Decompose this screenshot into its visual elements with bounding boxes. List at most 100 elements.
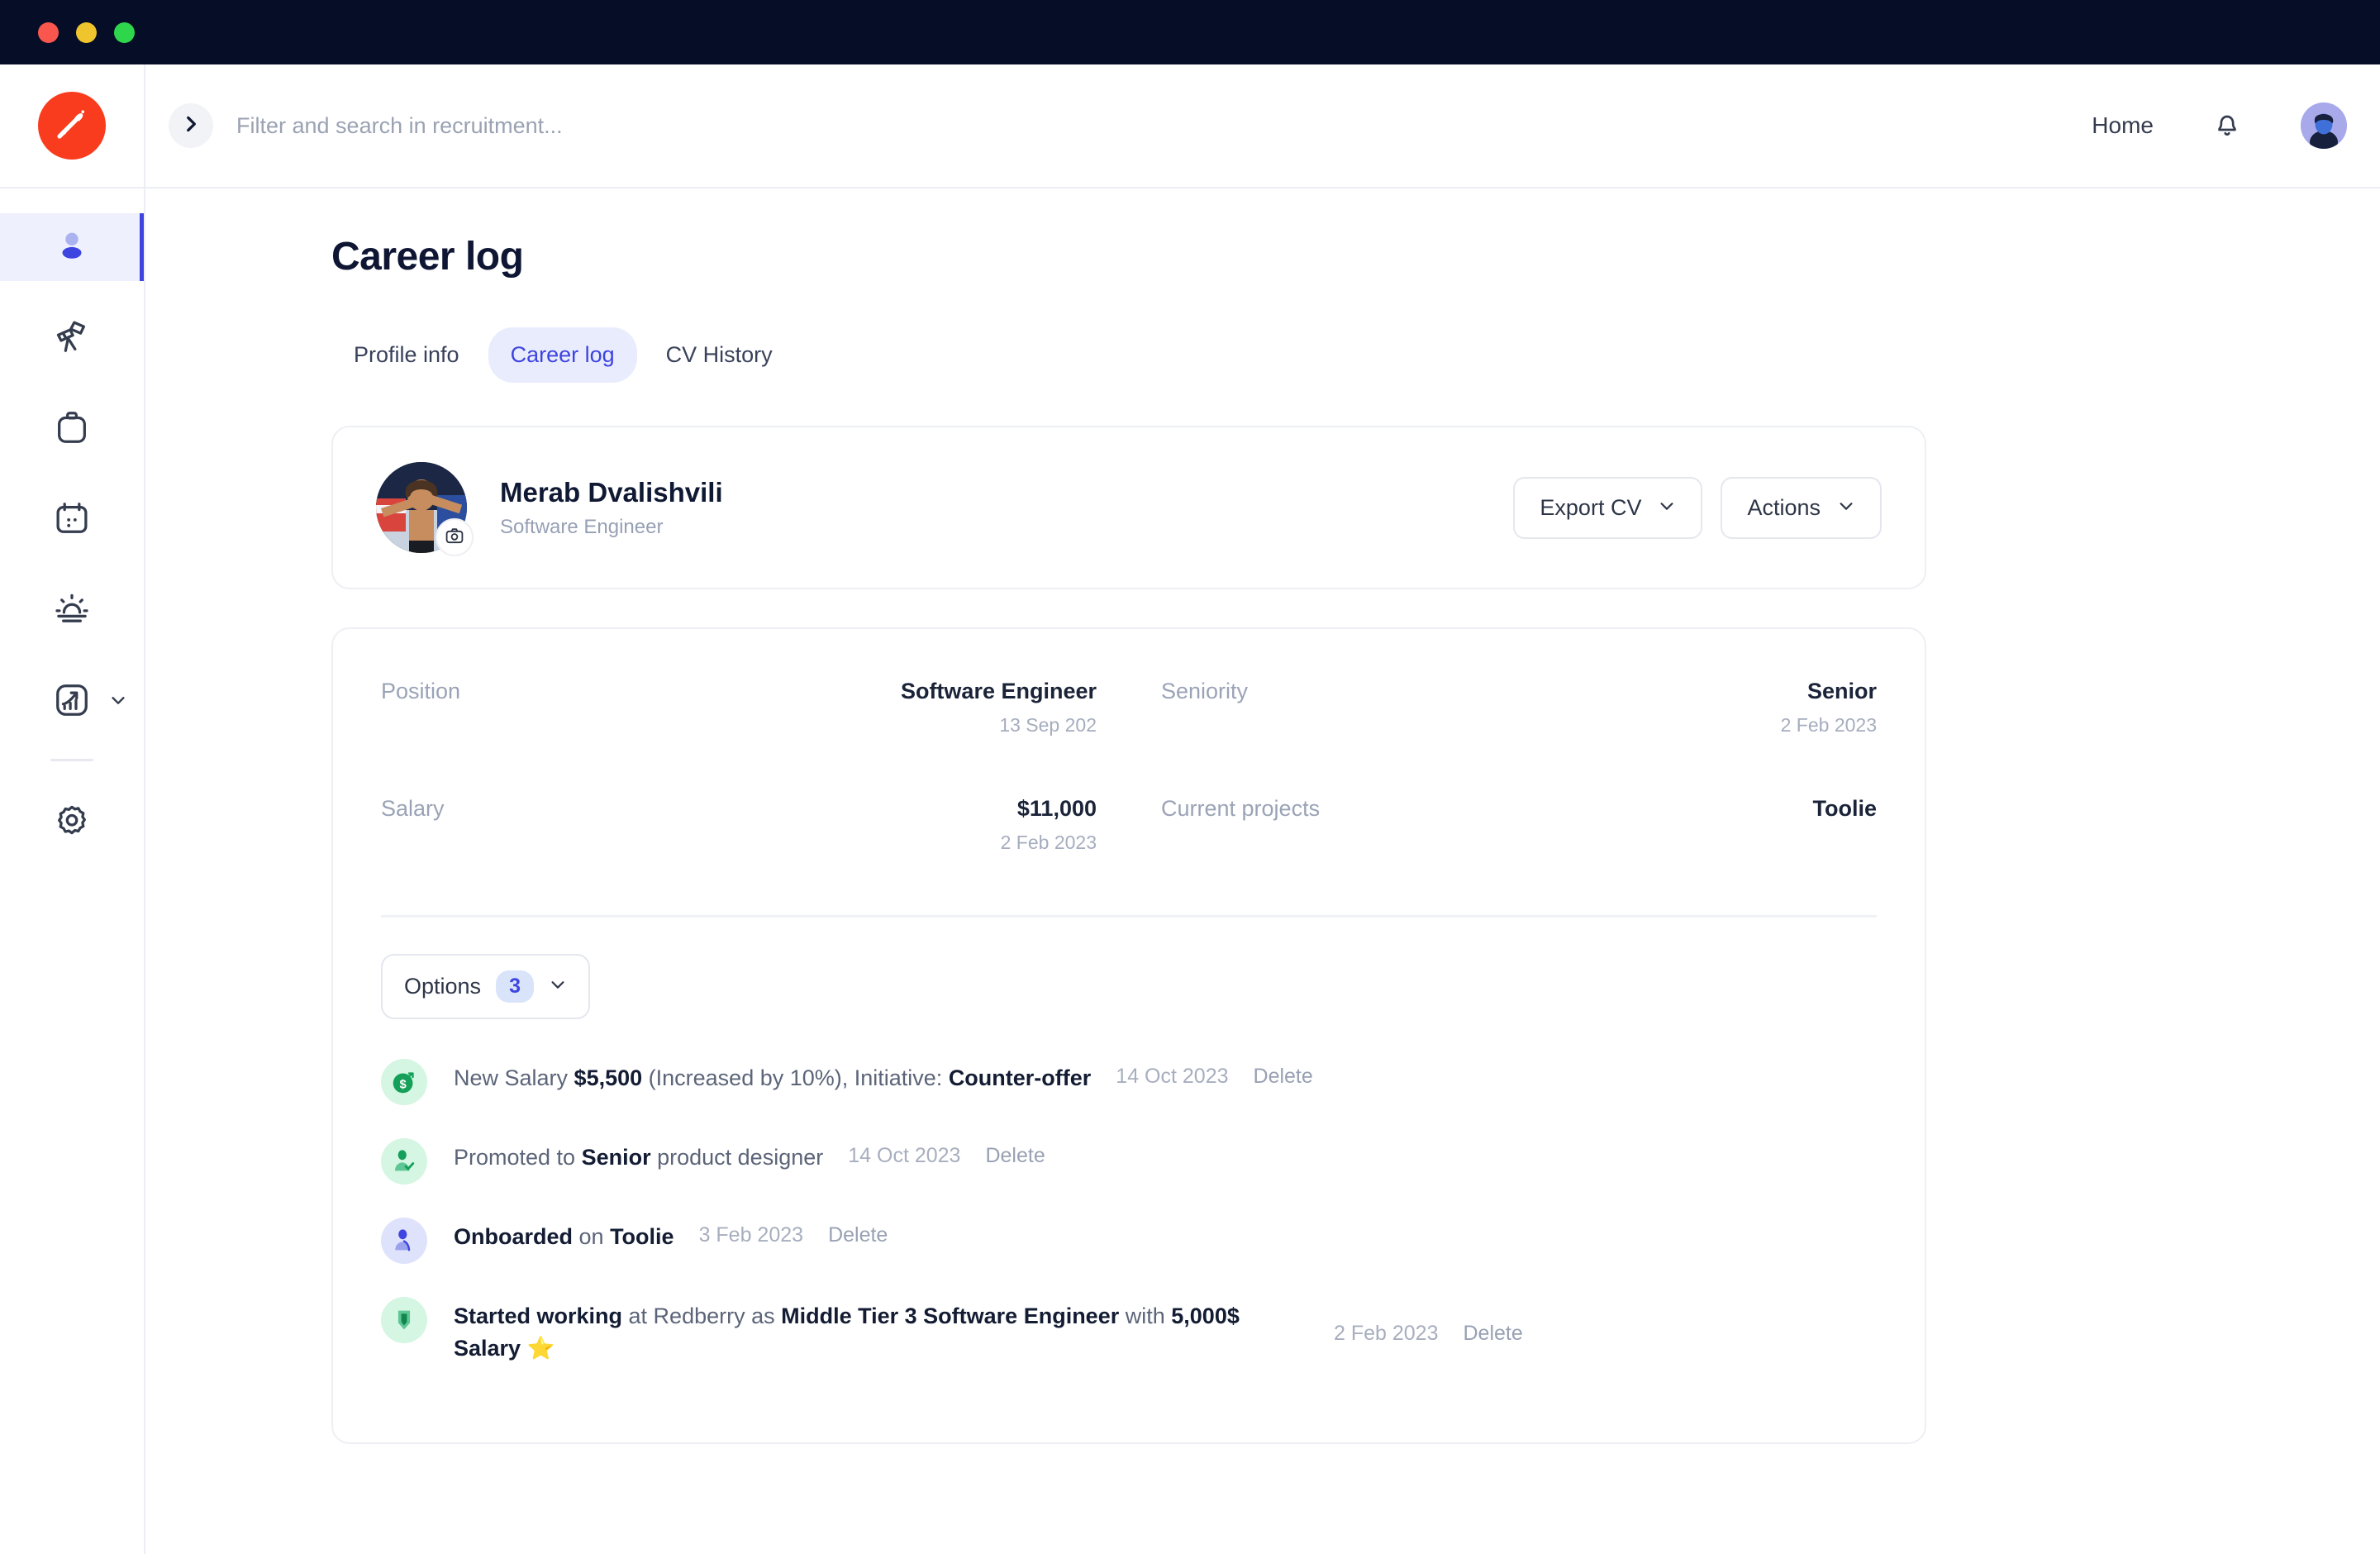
- entry-part: Counter-offer: [949, 1065, 1091, 1090]
- chart-growth-icon: [53, 681, 91, 723]
- tab-career-log[interactable]: Career log: [488, 327, 637, 383]
- svg-text:$: $: [399, 1079, 407, 1092]
- calendar-icon: [53, 499, 91, 541]
- telescope-icon: [53, 317, 91, 360]
- window-minimize-button[interactable]: [76, 22, 97, 43]
- delete-entry-button[interactable]: Delete: [985, 1142, 1045, 1168]
- grid-spacer: [381, 755, 1877, 796]
- delete-entry-button[interactable]: Delete: [828, 1221, 888, 1247]
- search-input[interactable]: [236, 113, 2092, 139]
- timeline-entry-meta: 14 Oct 2023 Delete: [1091, 1062, 1312, 1089]
- app-logo[interactable]: [38, 92, 106, 160]
- delete-entry-button[interactable]: Delete: [1464, 1319, 1523, 1346]
- timeline-entry-text: New Salary $5,500 (Increased by 10%), In…: [454, 1062, 1091, 1094]
- onboarding-person-icon: [381, 1218, 427, 1264]
- timeline-entry-body: Promoted to Senior product designer 14 O…: [454, 1142, 1877, 1174]
- sunrise-icon: [53, 590, 91, 632]
- timeline-entry: $ New Salary $5,500 (Increased by 10%), …: [381, 1062, 1877, 1105]
- details-grid: Position Software Engineer 13 Sep 202 Se…: [381, 679, 1877, 872]
- profile-card: Merab Dvalishvili Software Engineer Expo…: [331, 426, 1926, 589]
- window-maximize-button[interactable]: [114, 22, 135, 43]
- sidebar-expand-button[interactable]: [169, 103, 213, 148]
- entry-part: Started working: [454, 1304, 622, 1328]
- chevron-down-icon: [1658, 495, 1676, 521]
- page-content: Career log Profile info Career log CV Hi…: [145, 188, 2380, 1554]
- chevron-down-icon: [549, 974, 567, 999]
- timeline-entry-date: 14 Oct 2023: [1116, 1062, 1228, 1089]
- export-cv-button[interactable]: Export CV: [1513, 477, 1702, 539]
- main-region: Home Career log: [145, 64, 2380, 1554]
- profile-identity: Merab Dvalishvili Software Engineer: [376, 462, 723, 553]
- timeline-entry-text: Promoted to Senior product designer: [454, 1142, 823, 1174]
- entry-part: with: [1119, 1304, 1171, 1328]
- entry-part: (Increased by 10%), Initiative:: [642, 1065, 949, 1090]
- entry-part: $5,500: [574, 1065, 643, 1090]
- section-divider: [381, 915, 1877, 918]
- sidebar: [0, 64, 145, 1554]
- field-date: 13 Sep 202: [381, 714, 1097, 736]
- briefcase-icon: [53, 408, 91, 450]
- bell-icon: [2211, 108, 2243, 144]
- sidebar-item-analytics[interactable]: [0, 668, 144, 736]
- change-photo-button[interactable]: [436, 518, 474, 556]
- window-titlebar: [0, 0, 2380, 64]
- window-close-button[interactable]: [38, 22, 59, 43]
- entry-part: Toolie: [610, 1224, 674, 1249]
- field-label: Seniority: [1161, 679, 1248, 704]
- tab-profile-info[interactable]: Profile info: [331, 327, 482, 383]
- sidebar-item-onboarding[interactable]: [0, 577, 144, 645]
- field-label: Salary: [381, 796, 445, 822]
- entry-part: Middle Tier 3 Software Engineer: [781, 1304, 1119, 1328]
- timeline-entry-date: 3 Feb 2023: [699, 1221, 804, 1247]
- entry-part: Senior: [582, 1145, 651, 1170]
- field-current-projects: Current projects Toolie: [1161, 796, 1877, 872]
- sidebar-item-settings[interactable]: [0, 789, 144, 857]
- options-button[interactable]: Options 3: [381, 954, 590, 1019]
- timeline-entry-date: 14 Oct 2023: [848, 1142, 960, 1168]
- sidebar-item-vacancies[interactable]: [0, 395, 144, 463]
- gear-icon: [53, 803, 91, 845]
- field-value: Software Engineer: [901, 679, 1097, 704]
- profile-role: Software Engineer: [500, 516, 723, 539]
- chevron-down-icon[interactable]: [109, 691, 127, 713]
- career-timeline: $ New Salary $5,500 (Increased by 10%), …: [381, 1062, 1877, 1365]
- timeline-entry-text: Started working at Redberry as Middle Ti…: [454, 1300, 1309, 1365]
- profile-avatar[interactable]: [376, 462, 467, 553]
- camera-icon: [445, 526, 464, 550]
- field-position: Position Software Engineer 13 Sep 202: [381, 679, 1097, 755]
- sidebar-item-calendar[interactable]: [0, 486, 144, 554]
- sidebar-item-candidates[interactable]: [0, 213, 144, 281]
- tab-cv-history[interactable]: CV History: [644, 327, 795, 383]
- actions-button[interactable]: Actions: [1721, 477, 1882, 539]
- field-date: 2 Feb 2023: [381, 832, 1097, 854]
- options-count-badge: 3: [496, 970, 534, 1003]
- field-label: Current projects: [1161, 796, 1320, 822]
- entry-part: New Salary: [454, 1065, 574, 1090]
- entry-part: ⭐: [521, 1336, 555, 1361]
- sidebar-item-discover[interactable]: [0, 304, 144, 372]
- field-value: $11,000: [1017, 796, 1097, 822]
- timeline-entry-meta: 2 Feb 2023 Delete: [1309, 1319, 1523, 1346]
- timeline-entry-body: Onboarded on Toolie 3 Feb 2023 Delete: [454, 1221, 1877, 1253]
- delete-entry-button[interactable]: Delete: [1254, 1062, 1313, 1089]
- page-title: Career log: [331, 234, 2380, 279]
- profile-text: Merab Dvalishvili Software Engineer: [500, 477, 723, 539]
- app-shell: Home Career log: [0, 64, 2380, 1554]
- entry-part: at Redberry as: [622, 1304, 781, 1328]
- top-bar: Home: [145, 64, 2380, 188]
- user-avatar[interactable]: [2301, 102, 2347, 149]
- timeline-entry: Promoted to Senior product designer 14 O…: [381, 1142, 1877, 1185]
- magic-wand-logo-icon: [52, 104, 92, 148]
- timeline-entry-meta: 3 Feb 2023 Delete: [674, 1221, 888, 1247]
- field-value: Senior: [1807, 679, 1877, 704]
- notifications-button[interactable]: [2211, 108, 2243, 144]
- tab-bar: Profile info Career log CV History: [331, 327, 2380, 383]
- profile-name: Merab Dvalishvili: [500, 477, 723, 508]
- sidebar-divider: [50, 759, 93, 761]
- timeline-entry-date: 2 Feb 2023: [1334, 1319, 1439, 1346]
- export-cv-label: Export CV: [1540, 495, 1641, 521]
- timeline-entry-text: Onboarded on Toolie: [454, 1221, 674, 1253]
- chevron-right-icon: [180, 113, 202, 139]
- home-link[interactable]: Home: [2092, 112, 2154, 139]
- career-details-card: Position Software Engineer 13 Sep 202 Se…: [331, 627, 1926, 1444]
